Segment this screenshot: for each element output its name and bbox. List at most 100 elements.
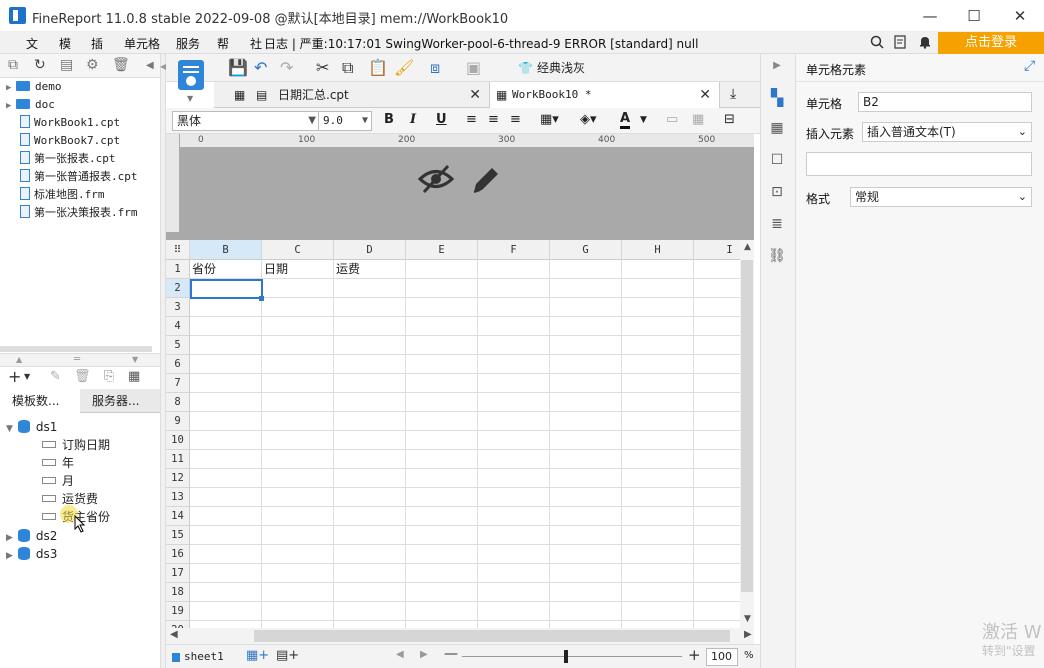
grid-cell[interactable] [622, 564, 694, 583]
row-header[interactable]: 16 [166, 545, 190, 564]
grid-cell[interactable] [190, 412, 262, 431]
grid-cell[interactable] [622, 412, 694, 431]
grid-cell[interactable] [622, 298, 694, 317]
grid-cell[interactable] [478, 526, 550, 545]
grid-cell[interactable] [334, 412, 406, 431]
grid-cell[interactable] [406, 526, 478, 545]
chevron-down-icon[interactable]: ▼ [24, 372, 30, 381]
grid-cell[interactable] [334, 336, 406, 355]
grid-cell[interactable] [190, 507, 262, 526]
scroll-right-icon[interactable]: ▶ [744, 629, 752, 640]
paste-icon[interactable]: 📋 [368, 58, 388, 77]
grid-cell[interactable] [406, 260, 478, 279]
scroll-left-icon[interactable]: ◀ [170, 629, 178, 640]
open-icon[interactable]: ▤ [60, 57, 73, 73]
grid-cell[interactable] [190, 488, 262, 507]
grid-cell[interactable] [550, 260, 622, 279]
grid-cell[interactable] [262, 393, 334, 412]
login-button[interactable]: 点击登录 [938, 32, 1044, 54]
chevron-down-icon[interactable]: ▼ [187, 94, 193, 103]
row-header[interactable]: 9 [166, 412, 190, 431]
grid-cell[interactable] [406, 431, 478, 450]
column-header[interactable]: H [622, 240, 694, 260]
grid-cell[interactable] [622, 431, 694, 450]
grid-cell[interactable] [550, 336, 622, 355]
grid-cell[interactable] [550, 602, 622, 621]
row-header[interactable]: 5 [166, 336, 190, 355]
grid-cell[interactable] [334, 355, 406, 374]
horizontal-scroll-thumb[interactable] [254, 630, 730, 642]
cell-element-icon[interactable]: ▚ [768, 88, 786, 107]
grid-cell[interactable] [262, 355, 334, 374]
new-template-icon[interactable] [178, 60, 204, 90]
grid-cell[interactable] [262, 507, 334, 526]
grid-cell[interactable] [190, 526, 262, 545]
grid-cell[interactable] [406, 602, 478, 621]
tab-list-icon[interactable]: ⤓ [730, 86, 736, 102]
close-tab-icon[interactable]: ✕ [699, 82, 711, 108]
grid-cell[interactable] [190, 298, 262, 317]
grid-cell[interactable] [550, 317, 622, 336]
grid-cell[interactable] [478, 602, 550, 621]
grid-cell[interactable] [262, 412, 334, 431]
wrap-icon[interactable]: ⊟ [724, 112, 735, 127]
delete-icon[interactable]: 🗑 [74, 369, 91, 384]
tree-item-demo[interactable]: ▶ demo [6, 78, 62, 96]
collapse-left-icon[interactable]: ◀ [146, 60, 154, 71]
grid-cell[interactable] [550, 374, 622, 393]
grid-cell[interactable] [406, 488, 478, 507]
grid-cell[interactable] [478, 469, 550, 488]
tree-item-file[interactable]: WorkBook1.cpt [6, 114, 120, 132]
tree-item-file[interactable]: 第一张决策报表.frm [6, 204, 138, 222]
grid-cell[interactable] [622, 374, 694, 393]
grid-cell[interactable] [478, 298, 550, 317]
dataset-settings-icon[interactable]: ▦ [128, 369, 140, 384]
grid-cell[interactable] [694, 317, 740, 336]
grid-cell[interactable] [334, 317, 406, 336]
grid-cell[interactable] [406, 279, 478, 298]
grid-cell[interactable] [694, 526, 740, 545]
grid-cell[interactable] [334, 602, 406, 621]
tree-item-file[interactable]: 第一张报表.cpt [6, 150, 116, 168]
menu-cell[interactable]: 单元格 [124, 35, 160, 52]
edit-icon[interactable]: ✎ [50, 369, 61, 384]
preview-icon[interactable]: ⧈ [430, 58, 440, 78]
row-header[interactable]: 20 [166, 621, 190, 628]
dataset-ds2[interactable]: ▶ ds2 [6, 527, 57, 545]
grid-cell[interactable] [334, 298, 406, 317]
save-icon[interactable]: 💾 [228, 58, 248, 77]
grid-cell[interactable] [550, 298, 622, 317]
grid-cell[interactable] [406, 355, 478, 374]
grid-cell[interactable] [694, 336, 740, 355]
row-header[interactable]: 10 [166, 431, 190, 450]
cell-C1[interactable]: 日期 [262, 260, 334, 279]
column-header[interactable]: E [406, 240, 478, 260]
grid-cell[interactable] [550, 412, 622, 431]
undo-icon[interactable]: ↶ [254, 58, 267, 77]
format-painter-icon[interactable]: 🖌 [394, 58, 414, 77]
next-sheet-icon[interactable]: ▶ [420, 649, 428, 660]
grid-cell[interactable] [334, 507, 406, 526]
column-header[interactable]: I [694, 240, 740, 260]
collapse-down-icon[interactable]: ▼ [132, 355, 138, 364]
grid-cell[interactable] [262, 564, 334, 583]
grid-cell[interactable] [406, 621, 478, 628]
column-header[interactable]: G [550, 240, 622, 260]
dataset-ds1[interactable]: ▼ ds1 [6, 418, 57, 436]
grid-cell[interactable] [478, 583, 550, 602]
spreadsheet-grid[interactable]: ⠿ B C D E F G H I 1 2 3 4 5 6 7 8 9 10 11 12 13 14 15 1… [166, 240, 740, 628]
grid-cell[interactable] [622, 393, 694, 412]
expand-icon[interactable]: ⤢ [1024, 58, 1035, 74]
selected-cell-B2[interactable] [190, 279, 263, 299]
grid-cell[interactable] [694, 355, 740, 374]
grid-cell[interactable] [262, 602, 334, 621]
eye-hidden-icon[interactable] [418, 164, 454, 194]
grid-cell[interactable] [334, 526, 406, 545]
grid-cell[interactable] [262, 431, 334, 450]
row-header[interactable]: 18 [166, 583, 190, 602]
grid-cell[interactable] [478, 431, 550, 450]
insert-element-select[interactable]: 插入普通文本(T) ⌄ [862, 122, 1032, 142]
grid-cell[interactable] [190, 602, 262, 621]
grid-cell[interactable] [478, 279, 550, 298]
grid-cell[interactable] [622, 279, 694, 298]
